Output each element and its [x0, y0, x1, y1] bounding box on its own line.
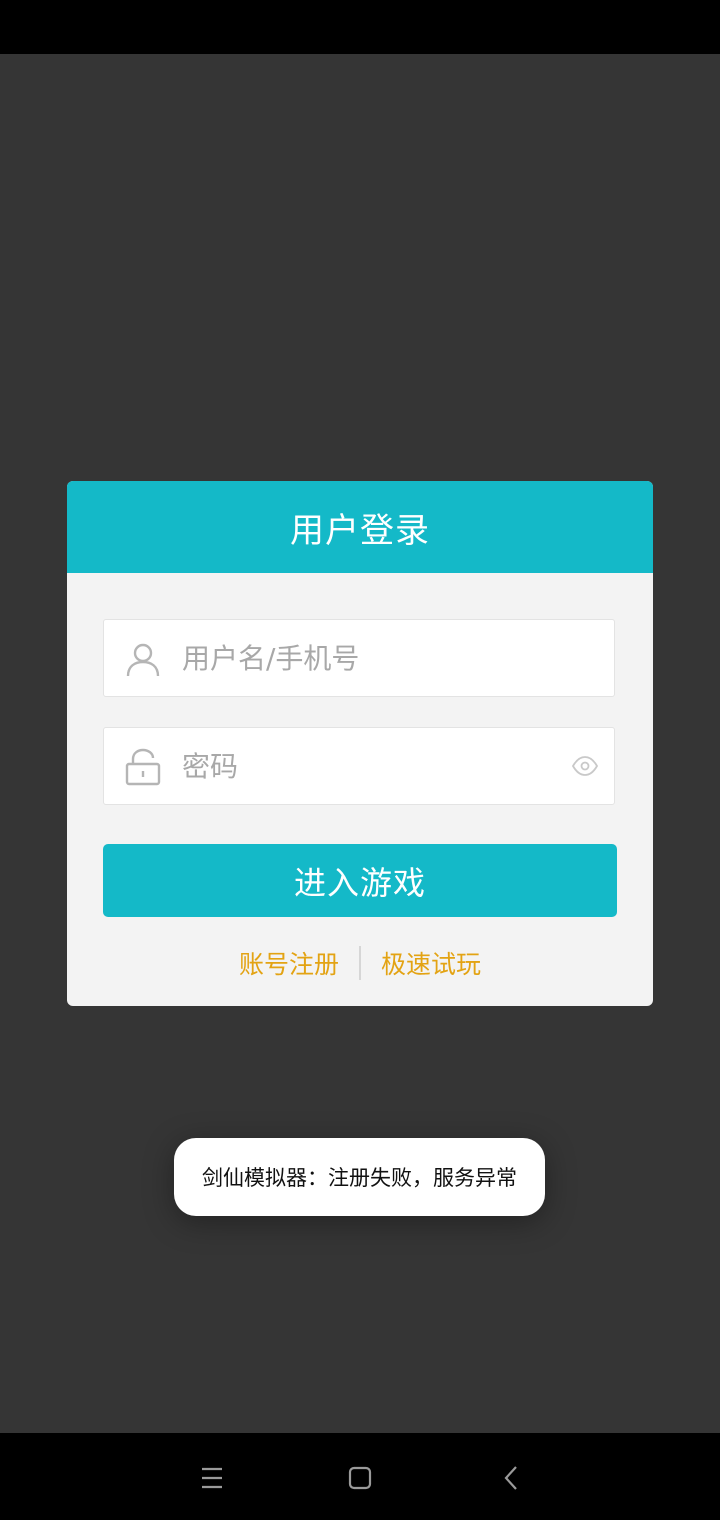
- dialog-links: 账号注册 极速试玩: [67, 943, 653, 983]
- enter-game-button[interactable]: 进入游戏: [103, 844, 617, 917]
- back-icon[interactable]: [497, 1463, 527, 1493]
- navigation-bar: [0, 1433, 720, 1520]
- toast: 剑仙模拟器：注册失败，服务异常: [174, 1138, 545, 1216]
- dialog-header: 用户登录: [67, 481, 653, 573]
- dialog-title: 用户登录: [290, 510, 430, 551]
- login-dialog: 用户登录 进入游戏 账号注册 极速试玩: [67, 481, 653, 1006]
- password-input[interactable]: [182, 728, 562, 804]
- quick-play-link[interactable]: 极速试玩: [361, 945, 501, 981]
- toast-message: 剑仙模拟器：注册失败，服务异常: [202, 1166, 517, 1190]
- password-field[interactable]: [103, 727, 615, 805]
- menu-icon[interactable]: [197, 1463, 227, 1493]
- user-icon: [126, 643, 160, 677]
- username-field[interactable]: [103, 619, 615, 697]
- register-link[interactable]: 账号注册: [219, 945, 359, 981]
- status-bar: [0, 0, 720, 54]
- eye-icon[interactable]: [572, 755, 598, 777]
- lock-icon: [125, 748, 161, 786]
- username-input[interactable]: [182, 620, 562, 696]
- home-icon[interactable]: [345, 1463, 375, 1493]
